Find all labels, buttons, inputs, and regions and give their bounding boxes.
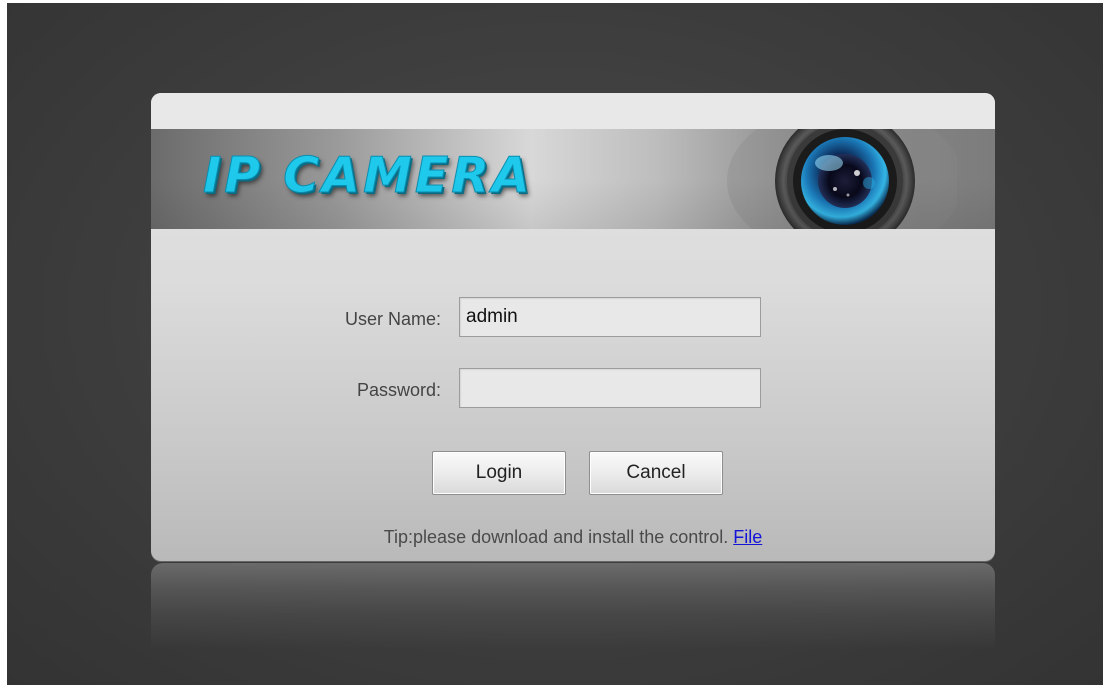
panel-top-strip (151, 93, 995, 129)
password-label: Password: (356, 380, 441, 400)
file-download-link[interactable]: File (733, 527, 762, 547)
banner: IP CAMERA (151, 129, 995, 229)
camera-lens-icon (717, 129, 963, 229)
cancel-button[interactable]: Cancel (589, 451, 723, 495)
page-background: IP CAMERA User Name: admin Password: Log… (7, 3, 1103, 685)
login-button[interactable]: Login (432, 451, 566, 495)
panel-reflection (151, 563, 995, 649)
tip-text: Tip:please download and install the cont… (383, 527, 734, 547)
password-row: Password: (151, 368, 995, 412)
login-panel: IP CAMERA User Name: admin Password: Log… (151, 93, 995, 561)
username-label: User Name: (344, 309, 441, 329)
tip-message: Tip:please download and install the cont… (151, 527, 995, 548)
username-input[interactable] (459, 297, 761, 337)
password-input[interactable] (459, 368, 761, 408)
banner-title: IP CAMERA (203, 147, 533, 205)
username-row: User Name: (151, 297, 995, 341)
